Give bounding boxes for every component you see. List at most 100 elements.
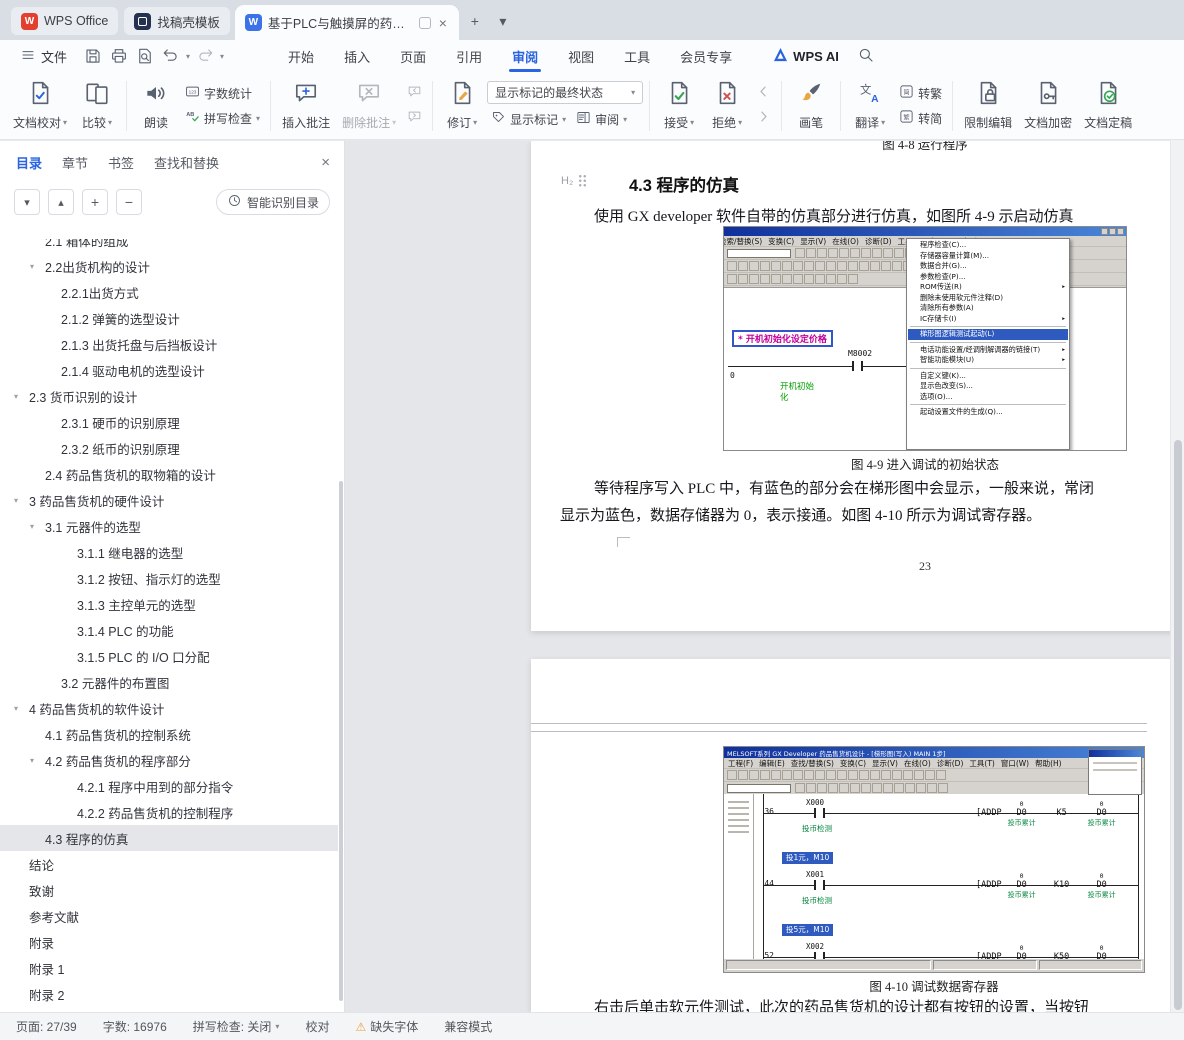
redo-button[interactable]: [193, 44, 217, 68]
toc-collapse-all-button[interactable]: ▴: [48, 189, 74, 215]
toc-item[interactable]: ▾ 3.1 元器件的选型: [0, 513, 338, 539]
toc-item[interactable]: 4.2.2 药品售货机的控制程序: [0, 799, 338, 825]
word-count-indicator[interactable]: 字数: 16976: [103, 1018, 167, 1035]
to-simplified-button[interactable]: 繁转简: [895, 107, 946, 129]
toc-item[interactable]: 4.2.1 程序中用到的部分指令: [0, 773, 338, 799]
toc-item[interactable]: 附录 1: [0, 955, 338, 981]
toc-item[interactable]: 附录: [0, 929, 338, 955]
wps-ai-button[interactable]: WPS AI: [773, 47, 839, 65]
ink-pen-button[interactable]: 画笔: [788, 77, 834, 134]
undo-button[interactable]: [159, 44, 183, 68]
toc-item[interactable]: 2.1 箱体的组成: [0, 239, 338, 253]
word-count-button[interactable]: 123 字数统计: [181, 82, 264, 104]
sidebar-tab-find-replace[interactable]: 查找和替换: [154, 153, 219, 172]
menu-tab-review[interactable]: 审阅: [497, 40, 553, 72]
print-preview-button[interactable]: [133, 44, 157, 68]
save-button[interactable]: [81, 44, 105, 68]
toc-item[interactable]: ▾ 2.3 货币识别的设计: [0, 383, 338, 409]
smart-toc-button[interactable]: 智能识别目录: [215, 189, 330, 215]
accept-change-button[interactable]: 接受 ▾: [656, 77, 702, 134]
insert-comment-button[interactable]: 插入批注: [277, 77, 335, 134]
app-tab-wps-office[interactable]: W WPS Office: [11, 7, 119, 35]
menu-tab-page[interactable]: 页面: [385, 40, 441, 72]
toc-item[interactable]: 2.2.1出货方式: [0, 279, 338, 305]
chevron-down-icon[interactable]: ▾: [220, 52, 224, 61]
sidebar-tab-toc[interactable]: 目录: [16, 153, 42, 172]
document-page-24[interactable]: MELSOFT系列 GX Developer 药品售货机设计 - [梯形图(写入…: [531, 659, 1170, 1012]
toc-item[interactable]: 附录 2: [0, 981, 338, 1007]
toc-item[interactable]: ▾ 4 药品售货机的软件设计: [0, 695, 338, 721]
page-indicator[interactable]: 页面: 27/39: [16, 1018, 77, 1035]
file-menu-button[interactable]: 文件: [10, 47, 77, 66]
toc-expand-icon[interactable]: ▾: [30, 756, 45, 765]
spell-check-toggle[interactable]: 拼写检查: 关闭 ▾: [193, 1018, 280, 1035]
review-pane-button[interactable]: 审阅 ▾: [572, 108, 631, 130]
doc-proofing-button[interactable]: 文档校对 ▾: [8, 77, 72, 134]
next-change-button[interactable]: [752, 107, 775, 129]
tab-list-chevron-icon[interactable]: ▾: [490, 8, 516, 34]
document-scrollbar[interactable]: [1170, 140, 1184, 1012]
toc-expand-icon[interactable]: ▾: [30, 522, 45, 531]
document-scrollbar-thumb[interactable]: [1174, 440, 1182, 1010]
toc-item[interactable]: 3.1.3 主控单元的选型: [0, 591, 338, 617]
menu-tab-insert[interactable]: 插入: [329, 40, 385, 72]
translate-button[interactable]: 文 A 翻译 ▾: [847, 77, 893, 134]
document-page-23[interactable]: 图 4-8 运行程序 H₂ 4.3 程序的仿真 使用 GX developer …: [531, 141, 1170, 631]
new-tab-button[interactable]: +: [462, 8, 488, 34]
to-traditional-button[interactable]: 简转繁: [895, 82, 946, 104]
compatibility-mode-indicator[interactable]: 兼容模式: [444, 1018, 492, 1035]
toc-zoom-out-button[interactable]: −: [116, 189, 142, 215]
toc-item[interactable]: 3.1.4 PLC 的功能: [0, 617, 338, 643]
close-tab-icon[interactable]: ×: [437, 15, 449, 31]
toc-item[interactable]: 3.1.5 PLC 的 I/O 口分配: [0, 643, 338, 669]
sidebar-scrollbar-thumb[interactable]: [339, 481, 343, 1001]
heading-level-marker[interactable]: H₂: [561, 174, 588, 187]
toc-item[interactable]: 致谢: [0, 877, 338, 903]
prev-change-button[interactable]: [752, 82, 775, 104]
toc-item[interactable]: 2.4 药品售货机的取物箱的设计: [0, 461, 338, 487]
markup-state-select[interactable]: 显示标记的最终状态 ▾: [487, 81, 644, 104]
close-sidebar-icon[interactable]: ×: [321, 154, 330, 171]
toc-item[interactable]: 2.1.4 驱动电机的选型设计: [0, 357, 338, 383]
toc-item[interactable]: 结论: [0, 851, 338, 877]
delete-comment-button[interactable]: 删除批注 ▾: [337, 77, 401, 134]
next-comment-button[interactable]: [403, 107, 426, 129]
toc-item[interactable]: 3.2 元器件的布置图: [0, 669, 338, 695]
figure-gx-developer-tools-menu[interactable]: 检索/替换(S)变换(C)显示(V)在线(O)诊断(D)工具(T)窗口(W)帮助…: [723, 226, 1127, 451]
toc-item[interactable]: ▾ 4.2 药品售货机的程序部分: [0, 747, 338, 773]
toc-expand-icon[interactable]: ▾: [14, 496, 29, 505]
toc-expand-icon[interactable]: ▾: [14, 392, 29, 401]
menu-tab-member[interactable]: 会员专享: [665, 40, 747, 72]
toc-item[interactable]: 3.1.2 按钮、指示灯的选型: [0, 565, 338, 591]
document-tab[interactable]: W 基于PLC与触摸屏的药品售货机 ×: [234, 5, 459, 40]
reject-change-button[interactable]: 拒绝 ▾: [704, 77, 750, 134]
read-aloud-button[interactable]: 朗读: [133, 77, 179, 134]
restrict-editing-button[interactable]: 限制编辑: [959, 77, 1017, 134]
menu-tab-tools[interactable]: 工具: [609, 40, 665, 72]
finalize-doc-button[interactable]: 文档定稿: [1079, 77, 1137, 134]
toc-item[interactable]: 2.1.2 弹簧的选型设计: [0, 305, 338, 331]
missing-font-warning[interactable]: ⚠ 缺失字体: [355, 1018, 418, 1035]
toc-item[interactable]: 2.3.2 纸币的识别原理: [0, 435, 338, 461]
toc-item[interactable]: 2.3.1 硬币的识别原理: [0, 409, 338, 435]
app-tab-template-site[interactable]: 找稿壳模板: [124, 7, 230, 35]
show-markup-button[interactable]: 显示标记 ▾: [487, 108, 570, 130]
track-changes-button[interactable]: 修订 ▾: [439, 77, 485, 134]
spell-check-button[interactable]: AB 拼写检查 ▾: [181, 107, 264, 129]
menu-tab-home[interactable]: 开始: [273, 40, 329, 72]
menu-tab-reference[interactable]: 引用: [441, 40, 497, 72]
search-button[interactable]: [857, 46, 875, 67]
toc-item[interactable]: 4.1 药品售货机的控制系统: [0, 721, 338, 747]
chevron-down-icon[interactable]: ▾: [186, 52, 190, 61]
toc-expand-icon[interactable]: ▾: [30, 262, 45, 271]
prev-comment-button[interactable]: [403, 82, 426, 104]
menu-tab-view[interactable]: 视图: [553, 40, 609, 72]
figure-gx-developer-monitor[interactable]: MELSOFT系列 GX Developer 药品售货机设计 - [梯形图(写入…: [723, 746, 1145, 973]
toc-item[interactable]: 3.1.1 继电器的选型: [0, 539, 338, 565]
toc-item[interactable]: ▾ 2.2出货机构的设计: [0, 253, 338, 279]
toc-item[interactable]: ▾ 3 药品售货机的硬件设计: [0, 487, 338, 513]
sidebar-tab-bookmarks[interactable]: 书签: [108, 153, 134, 172]
encrypt-doc-button[interactable]: 文档加密: [1019, 77, 1077, 134]
toc-expand-icon[interactable]: ▾: [14, 704, 29, 713]
sidebar-tab-chapters[interactable]: 章节: [62, 153, 88, 172]
